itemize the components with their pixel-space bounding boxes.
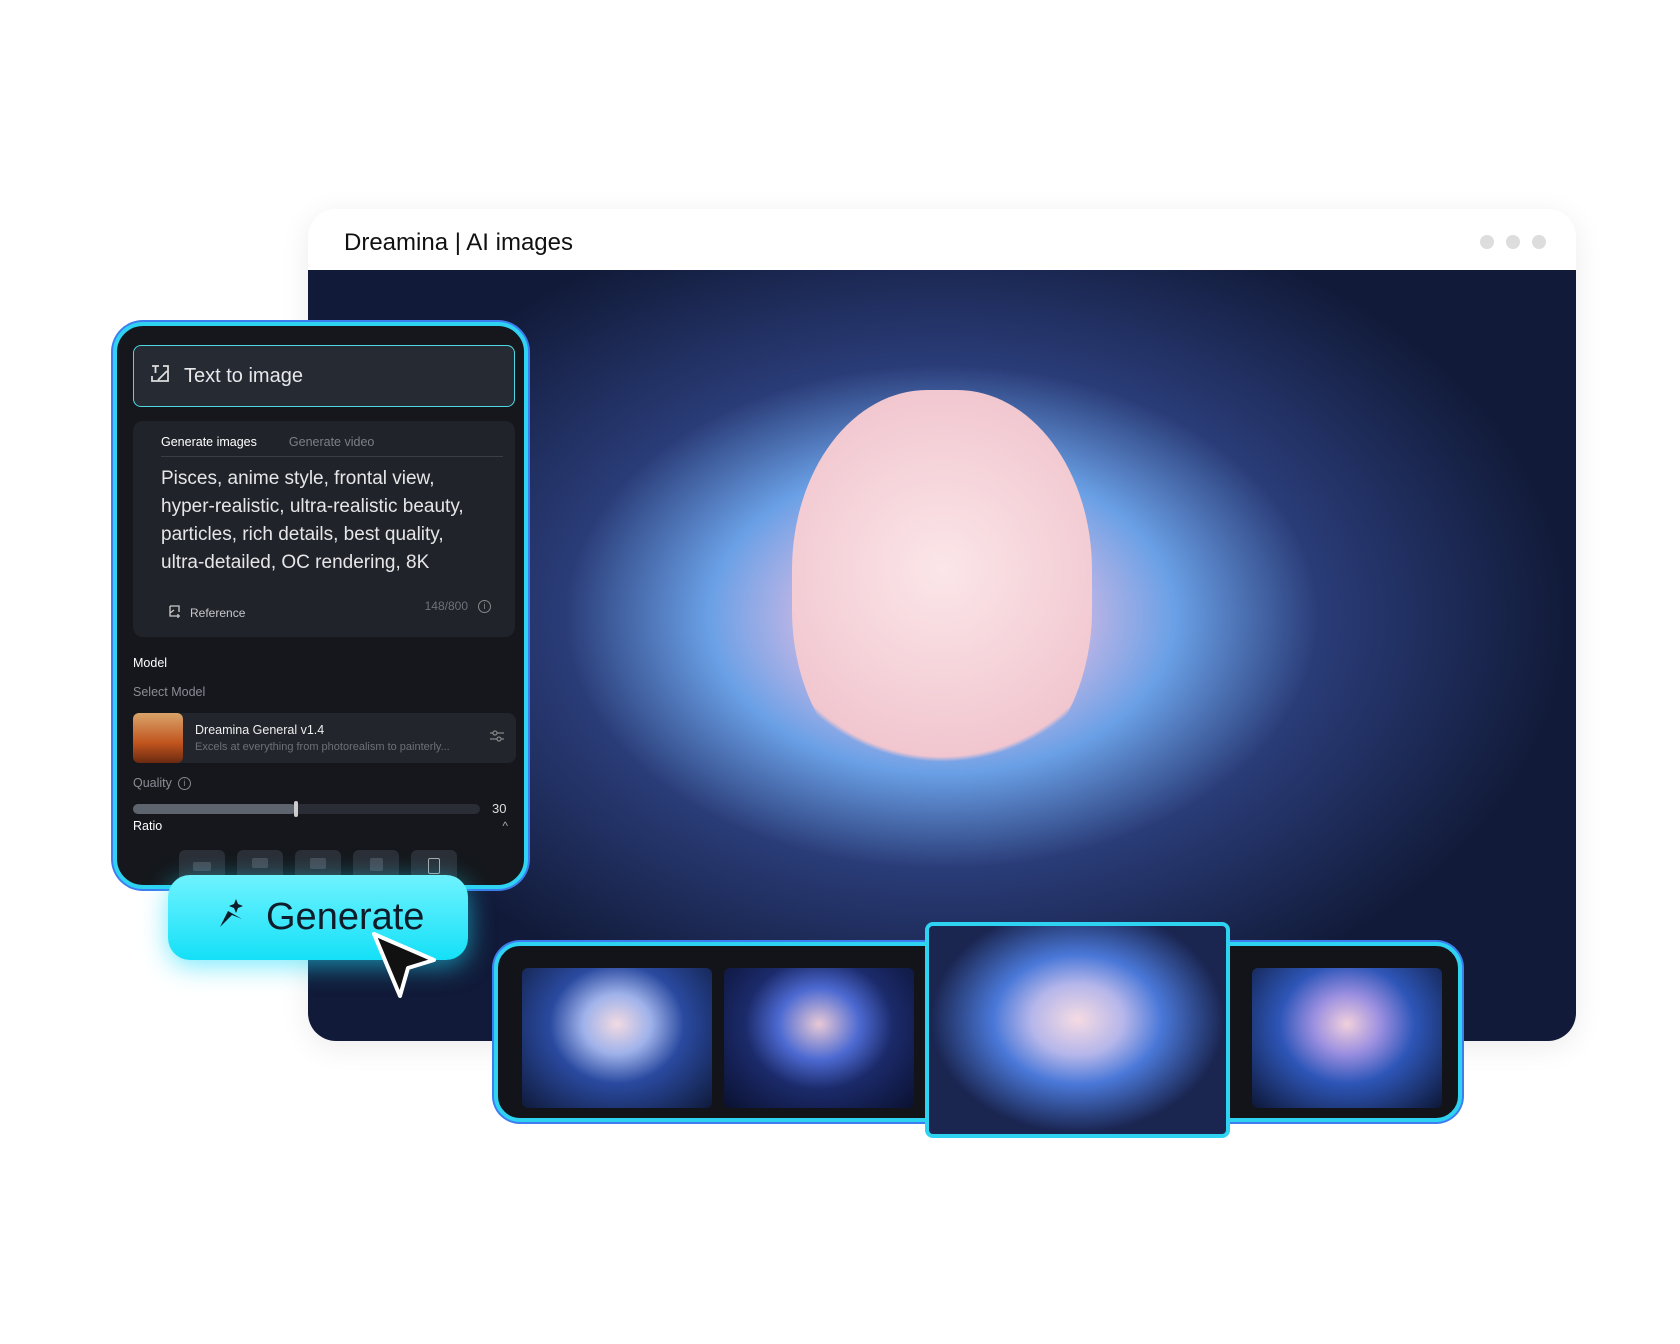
prompt-input[interactable]: Pisces, anime style, frontal view, hyper… <box>161 465 491 577</box>
window-dot[interactable] <box>1532 235 1546 249</box>
quality-slider-handle[interactable] <box>294 801 299 817</box>
thumbnail-selected[interactable] <box>925 922 1230 1138</box>
thumbnail[interactable] <box>1252 968 1442 1108</box>
char-count: 148/800 i <box>425 599 491 613</box>
thumbnail[interactable] <box>522 968 712 1108</box>
portrait-face <box>792 390 1092 790</box>
tabs: Generate images Generate video <box>161 435 503 457</box>
reference-label: Reference <box>190 606 246 620</box>
window-dot[interactable] <box>1480 235 1494 249</box>
model-heading: Model <box>133 656 168 670</box>
quality-value: 30 <box>492 801 507 816</box>
quality-label: Quality <box>133 776 172 790</box>
tab-generate-images[interactable]: Generate images <box>161 435 257 456</box>
model-selector[interactable]: Dreamina General v1.4 Excels at everythi… <box>133 713 516 763</box>
quality-label-row: Quality i <box>133 776 191 790</box>
generation-panel: Text to image Generate images Generate v… <box>113 322 528 889</box>
mouse-pointer-icon <box>370 930 440 1010</box>
quality-slider-fill <box>133 804 297 814</box>
window-title: Dreamina | AI images <box>344 229 573 256</box>
sparkle-icon <box>216 896 246 939</box>
model-thumbnail <box>133 713 183 763</box>
prompt-box: Generate images Generate video Pisces, a… <box>133 421 515 637</box>
text-to-image-button[interactable]: Text to image <box>133 345 515 407</box>
select-model-label: Select Model <box>133 685 206 699</box>
reference-image-icon <box>169 605 182 621</box>
model-name: Dreamina General v1.4 <box>195 723 325 737</box>
thumbnail[interactable] <box>724 968 914 1108</box>
info-icon[interactable]: i <box>177 776 191 790</box>
model-description: Excels at everything from photorealism t… <box>195 741 450 753</box>
reference-button[interactable]: Reference <box>169 605 245 621</box>
settings-sliders-icon[interactable] <box>490 729 504 747</box>
ratio-label: Ratio <box>133 819 163 833</box>
window-dot[interactable] <box>1506 235 1520 249</box>
chevron-up-icon[interactable]: ^ <box>502 819 508 833</box>
window-controls <box>1480 235 1546 249</box>
tab-generate-video[interactable]: Generate video <box>289 435 374 456</box>
info-icon[interactable]: i <box>478 599 491 613</box>
mode-label: Text to image <box>184 364 303 387</box>
text-image-icon <box>150 363 170 389</box>
char-count-text: 148/800 <box>424 599 468 613</box>
quality-slider[interactable] <box>133 801 480 817</box>
